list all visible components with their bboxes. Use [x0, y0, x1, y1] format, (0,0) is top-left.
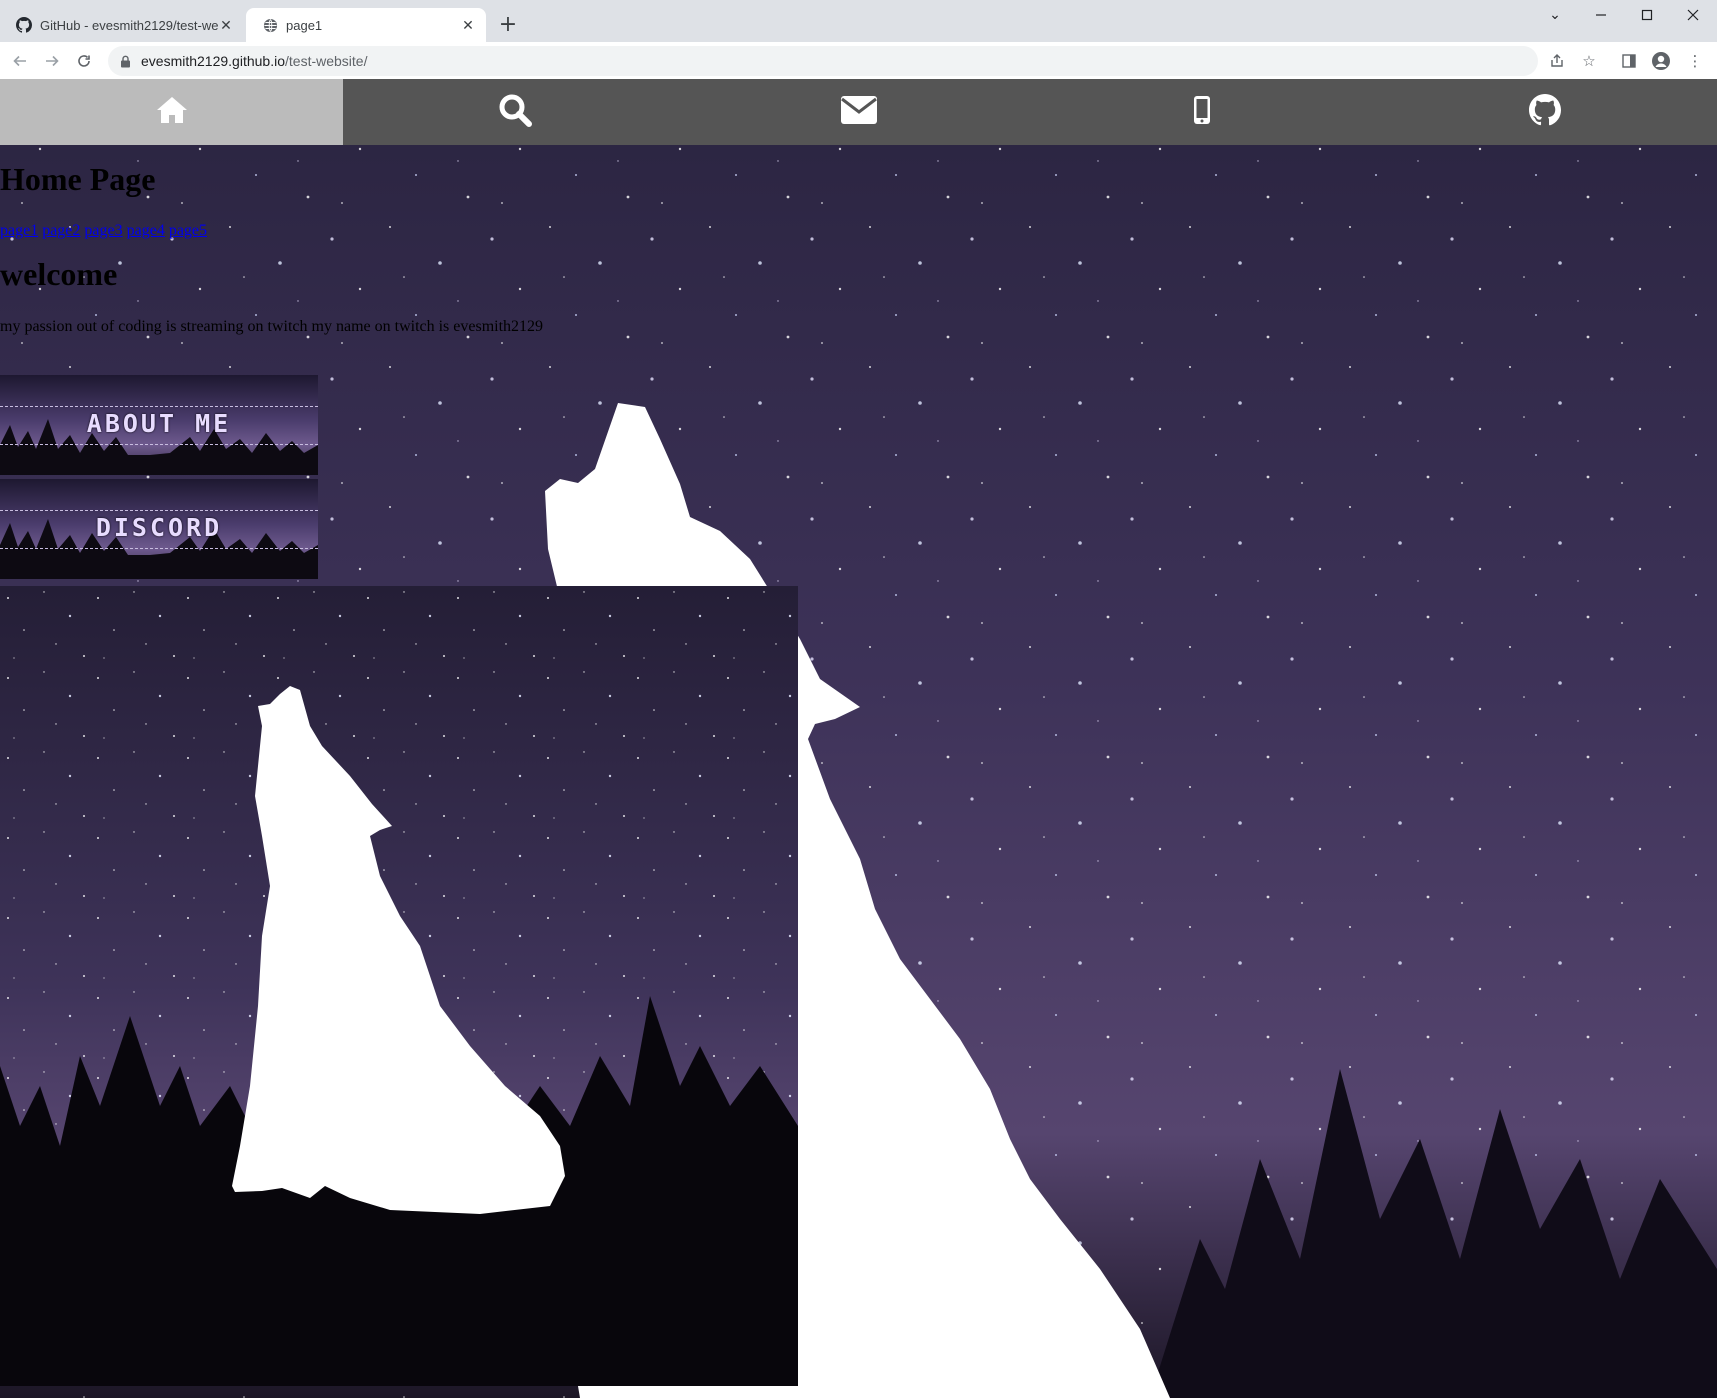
link-page5[interactable]: page5	[169, 222, 207, 239]
page-viewport: Home Page page1 page2 page3 page4 page5 welc…	[0, 79, 1717, 1398]
banner-divider	[0, 406, 318, 407]
globe-icon	[262, 17, 278, 33]
profile-avatar-icon[interactable]	[1648, 48, 1674, 74]
nav-phone[interactable]	[1030, 79, 1373, 145]
link-page1[interactable]: page1	[0, 222, 38, 239]
envelope-icon	[840, 95, 878, 130]
reload-button[interactable]	[70, 47, 98, 75]
address-bar[interactable]: evesmith2129.github.io/test-website/	[108, 46, 1538, 76]
share-icon[interactable]	[1544, 48, 1570, 74]
mobile-icon	[1193, 95, 1211, 130]
discord-banner-button[interactable]: DISCORD	[0, 479, 318, 579]
nav-home[interactable]	[0, 79, 344, 145]
icon-navbar	[0, 79, 1717, 145]
github-icon	[1529, 93, 1562, 131]
url-host: evesmith2129.github.io	[141, 53, 285, 69]
nav-github[interactable]	[1374, 79, 1717, 145]
close-tab-icon[interactable]: ✕	[218, 17, 234, 33]
forward-button[interactable]	[38, 47, 66, 75]
tab-page1[interactable]: page1 ✕	[246, 8, 486, 42]
new-tab-button[interactable]: +	[494, 10, 522, 38]
intro-text: my passion out of coding is streaming on…	[0, 318, 544, 335]
link-page4[interactable]: page4	[127, 222, 165, 239]
tab-search-icon[interactable]: ⌄	[1532, 0, 1578, 30]
about-me-banner-button[interactable]: ABOUT ME	[0, 375, 318, 475]
link-page3[interactable]: page3	[84, 222, 122, 239]
page-links: page1 page2 page3 page4 page5	[0, 222, 211, 240]
link-page2[interactable]: page2	[42, 222, 80, 239]
browser-tab-bar: GitHub - evesmith2129/test-web ✕ page1 ✕…	[0, 0, 1717, 42]
minimize-button[interactable]	[1578, 0, 1624, 30]
tab-title: page1	[286, 17, 323, 33]
side-panel-icon[interactable]	[1616, 48, 1642, 74]
bookmark-star-icon[interactable]: ☆	[1576, 48, 1602, 74]
back-button[interactable]	[6, 47, 34, 75]
nav-search[interactable]	[343, 79, 686, 145]
about-me-label: ABOUT ME	[86, 409, 232, 438]
banner-divider	[0, 548, 318, 549]
tab-github[interactable]: GitHub - evesmith2129/test-web ✕	[0, 8, 244, 42]
banner-divider	[0, 444, 318, 445]
banner-divider	[0, 510, 318, 511]
browser-menu-icon[interactable]: ⋮	[1682, 48, 1708, 74]
welcome-heading: welcome	[0, 256, 118, 292]
url-path: /test-website/	[285, 53, 368, 69]
maximize-button[interactable]	[1624, 0, 1670, 30]
nav-email[interactable]	[687, 79, 1030, 145]
lock-icon[interactable]	[120, 55, 131, 68]
wolf-howling-image	[0, 586, 798, 1386]
search-icon	[497, 92, 533, 133]
close-tab-icon[interactable]: ✕	[460, 17, 476, 33]
page-title: Home Page	[0, 161, 156, 197]
browser-toolbar: evesmith2129.github.io/test-website/ ☆ ⋮	[0, 42, 1717, 80]
discord-label: DISCORD	[95, 513, 223, 542]
github-icon	[16, 17, 32, 33]
close-window-button[interactable]	[1670, 0, 1716, 30]
tab-title: GitHub - evesmith2129/test-web	[40, 17, 218, 33]
home-icon	[155, 95, 189, 130]
